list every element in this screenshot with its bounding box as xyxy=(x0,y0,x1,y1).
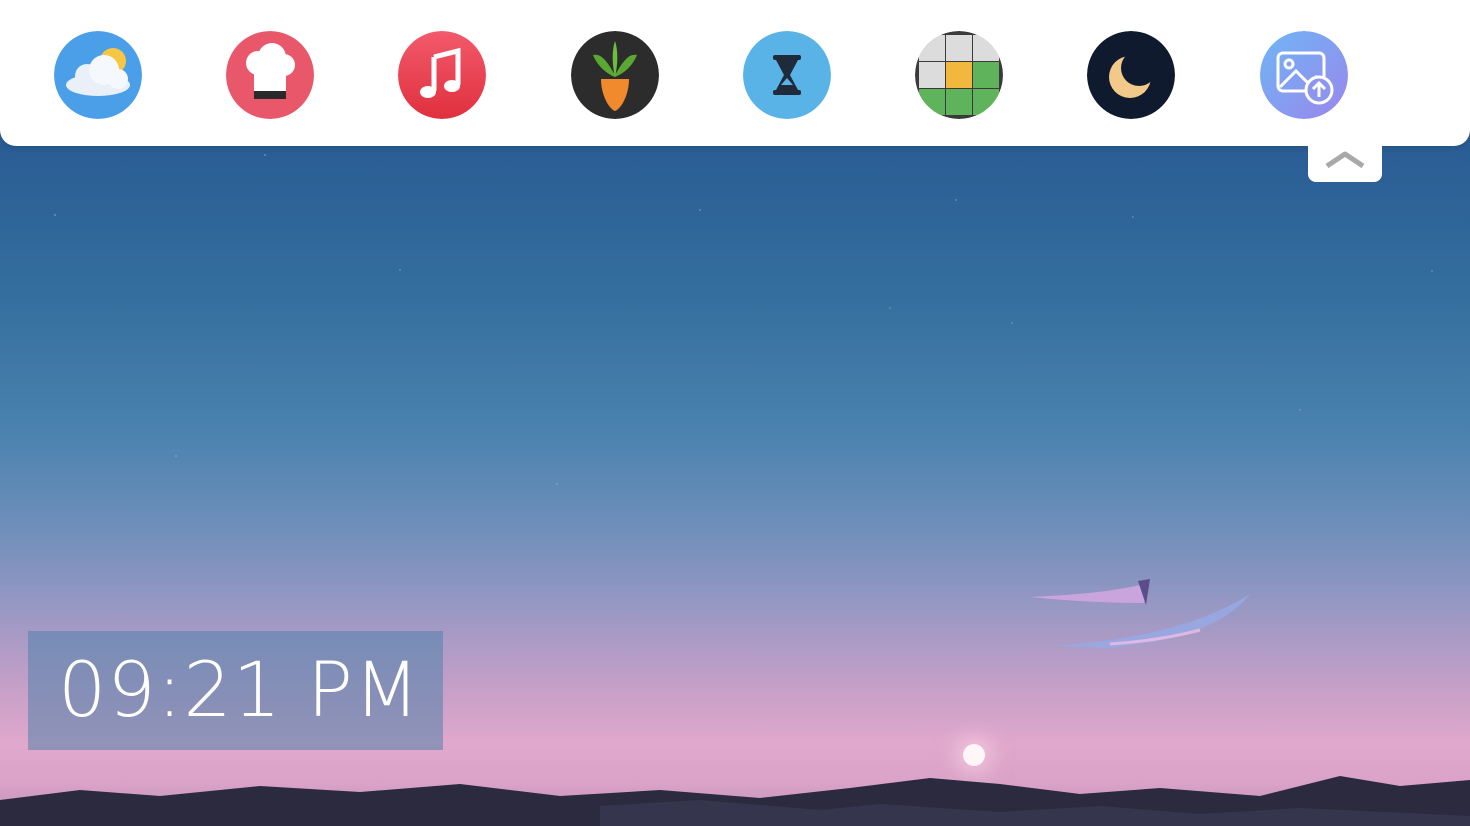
music-note-icon xyxy=(398,31,486,119)
sun xyxy=(963,744,985,766)
weather-icon xyxy=(54,31,142,119)
kite-decoration xyxy=(1052,594,1250,648)
collapse-dock-button[interactable] xyxy=(1308,140,1382,182)
clock-time: 09:21 PM xyxy=(58,645,421,734)
timer-app-button[interactable] xyxy=(743,31,831,119)
chevron-up-icon xyxy=(1325,151,1365,169)
mountain-silhouette xyxy=(0,776,1470,826)
word-game-app-button[interactable] xyxy=(915,31,1003,119)
chef-hat-icon xyxy=(226,31,314,119)
weather-app-button[interactable] xyxy=(54,31,142,119)
clock-widget: 09:21 PM xyxy=(28,631,443,750)
photo-upload-app-button[interactable] xyxy=(1260,31,1348,119)
moon-icon xyxy=(1087,31,1175,119)
letter-grid-icon xyxy=(915,31,1003,119)
app-dock xyxy=(0,0,1470,146)
chef-app-button[interactable] xyxy=(226,31,314,119)
sleep-app-button[interactable] xyxy=(1087,31,1175,119)
carrot-icon xyxy=(571,31,659,119)
carrot-app-button[interactable] xyxy=(571,31,659,119)
home-screen: 09:21 PM xyxy=(0,0,1470,826)
hourglass-icon xyxy=(743,31,831,119)
image-upload-icon xyxy=(1260,31,1348,119)
music-app-button[interactable] xyxy=(398,31,486,119)
